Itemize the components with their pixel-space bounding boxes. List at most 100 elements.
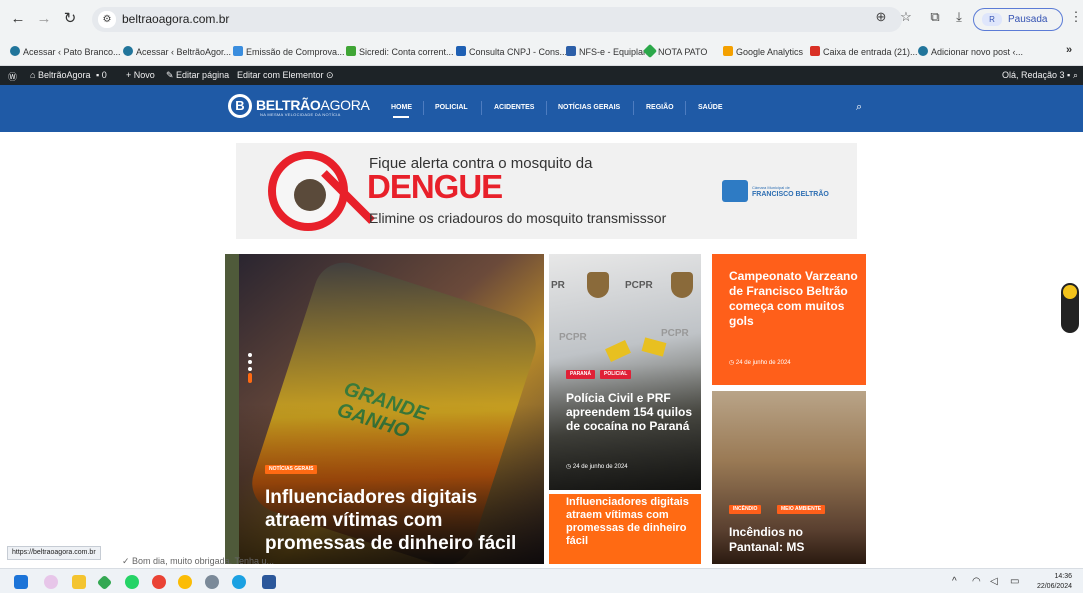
nav-active-indicator bbox=[393, 116, 409, 118]
reload-icon[interactable]: ↻ bbox=[60, 9, 80, 29]
dengue-banner[interactable]: Fique alerta contra o mosquito da DENGUE… bbox=[236, 143, 857, 239]
wp-comments[interactable]: ▪ 0 bbox=[96, 70, 107, 80]
police-post-title[interactable]: Polícia Civil e PRF apreendem 154 quilos… bbox=[566, 391, 696, 433]
cnpj-icon bbox=[456, 46, 466, 56]
chrome-icon[interactable] bbox=[152, 575, 166, 589]
slider-dot[interactable] bbox=[248, 367, 252, 371]
nav-policial[interactable]: POLICIAL bbox=[435, 104, 468, 111]
logo-icon[interactable]: B bbox=[228, 94, 252, 118]
tray-chevron-icon[interactable]: ^ bbox=[952, 576, 957, 587]
bookmark-item[interactable]: NOTA PATO bbox=[642, 43, 707, 59]
banner-org-name: FRANCISCO BELTRÃO bbox=[752, 191, 829, 198]
floating-extension-widget[interactable] bbox=[1061, 283, 1079, 333]
category-tag[interactable]: MEIO AMBIENTE bbox=[777, 505, 826, 514]
influencers-post[interactable]: Influenciadores digitais atraem vítimas … bbox=[549, 494, 701, 564]
settings-icon[interactable] bbox=[205, 575, 219, 589]
banner-headline: DENGUE bbox=[367, 168, 503, 205]
start-icon[interactable] bbox=[14, 575, 28, 589]
forward-icon[interactable]: → bbox=[34, 9, 54, 29]
wifi-icon[interactable]: ◠ bbox=[972, 576, 981, 587]
more-bookmarks-icon[interactable]: » bbox=[1066, 44, 1072, 56]
nav-home[interactable]: HOME bbox=[391, 104, 412, 111]
volume-icon[interactable]: ◁ bbox=[990, 576, 998, 587]
post-date: ◷ 24 de junho de 2024 bbox=[729, 360, 791, 366]
bookmark-item[interactable]: Caixa de entrada (21)... bbox=[810, 46, 918, 57]
pcpr-badge-icon bbox=[671, 272, 693, 298]
wp-new[interactable]: + Novo bbox=[126, 70, 155, 80]
profile-button[interactable]: R Pausada bbox=[973, 8, 1063, 31]
nav-divider bbox=[685, 101, 686, 115]
bookmark-item[interactable]: Sicredi: Conta corrent... bbox=[346, 46, 454, 57]
wp-elementor[interactable]: Editar com Elementor ⊙ bbox=[237, 70, 334, 81]
comment-count: 0 bbox=[101, 70, 107, 80]
word-icon[interactable] bbox=[262, 575, 276, 589]
category-tag[interactable]: PARANÁ bbox=[566, 370, 596, 379]
notification-preview[interactable]: ✓ Bom dia, muito obrigada. Tenha u... bbox=[122, 556, 274, 567]
hero-post-title[interactable]: Influenciadores digitais atraem vítimas … bbox=[265, 486, 535, 555]
hero-post[interactable]: GRANDE GANHO NOTÍCIAS GERAIS Influenciad… bbox=[239, 254, 544, 564]
bookmark-star-icon[interactable]: ☆ bbox=[897, 9, 915, 25]
download-icon[interactable]: ⤓ bbox=[950, 9, 968, 25]
fire-post-title[interactable]: Incêndios no Pantanal: MS bbox=[729, 525, 859, 555]
chrome-profile-icon[interactable] bbox=[178, 575, 192, 589]
site-search-icon[interactable]: ⌕ bbox=[856, 101, 868, 113]
bookmark-item[interactable]: Google Analytics bbox=[723, 46, 803, 57]
slider-dot[interactable] bbox=[248, 360, 252, 364]
bookmark-item[interactable]: Adicionar novo post ‹... bbox=[918, 46, 1023, 57]
previous-slide-preview[interactable] bbox=[225, 254, 239, 564]
category-tag[interactable]: NOTÍCIAS GERAIS bbox=[265, 465, 318, 474]
nav-divider bbox=[633, 101, 634, 115]
whatsapp-icon[interactable] bbox=[125, 575, 139, 589]
wp-site-link[interactable]: ⌂ BeltrãoAgora bbox=[30, 70, 90, 80]
bookmark-item[interactable]: Acessar ‹ BeltrãoAgor... bbox=[123, 46, 231, 57]
bookmark-item[interactable]: Emissão de Comprova... bbox=[233, 46, 345, 57]
wp-edit-page[interactable]: ✎ Editar página bbox=[166, 70, 229, 81]
drive-icon[interactable] bbox=[96, 574, 113, 591]
wordpress-logo-icon[interactable]: Ⓦ bbox=[8, 70, 17, 83]
wp-search-icon[interactable]: ⌕ bbox=[1073, 70, 1078, 81]
wp-admin-bar: Ⓦ ⌂ BeltrãoAgora ▪ 0 + Novo ✎ Editar pág… bbox=[0, 66, 1083, 85]
football-post[interactable]: Campeonato Varzeano de Francisco Beltrão… bbox=[712, 254, 866, 385]
extensions-icon[interactable]: ⧉ bbox=[926, 9, 944, 25]
police-post[interactable]: PR PCPR PCPR PCPR PARANÁ POLICIAL Políci… bbox=[549, 254, 701, 490]
clock-date: 22/06/2024 bbox=[1036, 583, 1072, 590]
nav-noticias-gerais[interactable]: NOTÍCIAS GERAIS bbox=[558, 104, 620, 111]
image-label: PR bbox=[551, 280, 565, 291]
nav-acidentes[interactable]: ACIDENTES bbox=[494, 104, 534, 111]
nav-regiao[interactable]: REGIÃO bbox=[646, 104, 674, 111]
bookmark-label: Caixa de entrada (21)... bbox=[823, 47, 918, 57]
zoom-icon[interactable]: ⊕ bbox=[872, 9, 890, 25]
menu-icon[interactable]: ⋮ bbox=[1067, 9, 1083, 25]
slider-dot-active[interactable] bbox=[248, 373, 252, 383]
bookmark-item[interactable]: Acessar ‹ Pato Branco... bbox=[10, 46, 121, 57]
no-mosquito-icon bbox=[268, 151, 375, 231]
category-tag[interactable]: INCÊNDIO bbox=[729, 505, 762, 514]
file-explorer-icon[interactable] bbox=[72, 575, 86, 589]
image-label: PCPR bbox=[661, 328, 689, 339]
system-clock[interactable]: 14:36 22/06/2024 bbox=[1028, 572, 1072, 592]
site-logo[interactable]: BELTRÃOAGORA bbox=[256, 97, 370, 113]
fire-post[interactable]: INCÊNDIO MEIO AMBIENTE Incêndios no Pant… bbox=[712, 391, 866, 564]
nav-divider bbox=[546, 101, 547, 115]
edge-icon[interactable] bbox=[232, 575, 246, 589]
sicredi-icon bbox=[346, 46, 356, 56]
battery-icon[interactable]: ▭ bbox=[1010, 576, 1019, 587]
back-icon[interactable]: ← bbox=[8, 9, 28, 29]
football-post-title[interactable]: Campeonato Varzeano de Francisco Beltrão… bbox=[729, 269, 859, 329]
bookmark-label: Acessar ‹ BeltrãoAgor... bbox=[136, 47, 232, 57]
post-date: ◷ 24 de junho de 2024 bbox=[566, 464, 628, 470]
wp-user-greeting[interactable]: Olá, Redação 3 ▪ bbox=[1002, 70, 1070, 80]
site-info-icon[interactable]: ⚙ bbox=[98, 11, 116, 28]
nav-saude[interactable]: SAÚDE bbox=[698, 104, 723, 111]
gmail-icon bbox=[810, 46, 820, 56]
slider-dot[interactable] bbox=[248, 353, 252, 357]
wp-elementor-label: Editar com Elementor bbox=[237, 70, 324, 80]
influencers-post-title[interactable]: Influenciadores digitais atraem vítimas … bbox=[566, 496, 696, 548]
category-tag[interactable]: POLICIAL bbox=[600, 370, 632, 379]
address-bar[interactable]: ⚙ beltraoagora.com.br bbox=[92, 7, 902, 32]
image-label: PCPR bbox=[559, 332, 587, 343]
bookmark-item[interactable]: NFS-e - Equiplano bbox=[566, 46, 653, 57]
bookmarks-bar: Acessar ‹ Pato Branco... Acessar ‹ Beltr… bbox=[0, 38, 1083, 66]
widgets-icon[interactable] bbox=[44, 575, 58, 589]
bookmark-item[interactable]: Consulta CNPJ - Cons... bbox=[456, 46, 567, 57]
